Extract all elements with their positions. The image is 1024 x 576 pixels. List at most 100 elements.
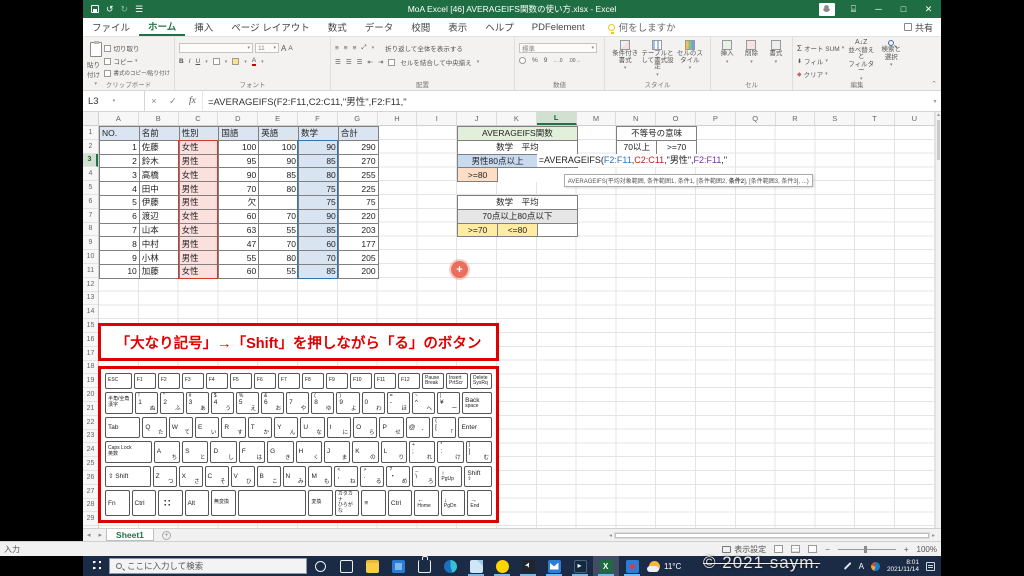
collapse-ribbon-icon[interactable]: ⌃	[931, 80, 937, 88]
confirm-entry-icon[interactable]: ✓	[169, 96, 177, 107]
column-header-S[interactable]: S	[815, 112, 856, 125]
merge-center-icon[interactable]	[388, 58, 396, 66]
cell-E6[interactable]	[259, 195, 299, 210]
cell-G7[interactable]: 220	[338, 209, 379, 224]
color-dot-tray-icon[interactable]	[870, 561, 880, 571]
zoom-out-icon[interactable]: −	[825, 545, 830, 554]
row-header-12[interactable]: 12	[83, 278, 98, 292]
cell-B1[interactable]: 名前	[139, 127, 180, 141]
cell-styles-button[interactable]: セルのスタイル ▾	[674, 40, 706, 78]
clear-button[interactable]: ◆ クリア ▾	[797, 69, 844, 79]
cell-grid[interactable]: NO. 名前 性別 国語 英語 数学 合計 1 佐藤 女性 100 100 90 290 2 鈴木 男性 95 90…	[98, 126, 935, 528]
row-header-9[interactable]: 9	[83, 236, 98, 251]
row-header-27[interactable]: 27	[83, 485, 98, 499]
row-header-7[interactable]: 7	[83, 209, 98, 223]
cell-F9[interactable]: 60	[298, 237, 339, 252]
column-header-Q[interactable]: Q	[736, 112, 776, 125]
cell-B4[interactable]: 高橋	[139, 168, 180, 183]
row-header-10[interactable]: 10	[83, 250, 98, 264]
column-header-M[interactable]: M	[577, 112, 617, 125]
vertical-scrollbar-thumb[interactable]	[937, 120, 940, 160]
row-header-14[interactable]: 14	[83, 305, 98, 320]
cell-C11[interactable]: 女性	[179, 264, 220, 279]
sheet-nav-left-icon[interactable]: ◂	[83, 531, 95, 539]
cell-C3[interactable]: 男性	[179, 154, 220, 169]
taskbar-icon-notepad[interactable]	[463, 556, 489, 576]
cell-B5[interactable]: 田中	[139, 182, 180, 196]
editing-cell-formula[interactable]: =AVERAGEIFS(F2:F11,C2:C11,"男性",F2:F11,"	[536, 153, 728, 168]
cell-C10[interactable]: 男性	[179, 251, 220, 265]
redo-icon[interactable]: ↻	[121, 4, 129, 14]
column-header-F[interactable]: F	[298, 112, 338, 125]
fill-button[interactable]: ⬇ フィル ▾	[797, 56, 844, 66]
taskbar-icon-edge[interactable]	[437, 556, 463, 576]
cell-C6[interactable]: 男性	[179, 195, 220, 210]
tab-表示[interactable]: 表示	[439, 18, 476, 36]
format-cells-button[interactable]: 書式 ▾	[764, 40, 788, 65]
column-header-R[interactable]: R	[776, 112, 816, 125]
cell-B6[interactable]: 伊藤	[139, 195, 180, 210]
row-header-4[interactable]: 4	[83, 167, 98, 182]
cell-F8[interactable]: 85	[298, 223, 339, 238]
column-header-E[interactable]: E	[258, 112, 298, 125]
format-as-table-button[interactable]: テーブルとして書式設定 ▾	[641, 40, 674, 78]
cell-G3[interactable]: 270	[338, 154, 379, 169]
close-button[interactable]: ✕	[916, 4, 941, 15]
font-name-combobox[interactable]: ▾	[179, 43, 253, 53]
autosum-button[interactable]: Σ オート SUM ▾	[797, 43, 844, 54]
cell-E2[interactable]: 100	[259, 140, 299, 155]
cell-B2[interactable]: 佐藤	[139, 140, 180, 155]
cell[interactable]: 数学 平均	[458, 140, 578, 155]
column-header-K[interactable]: K	[497, 112, 537, 125]
row-header-28[interactable]: 28	[83, 499, 98, 513]
cell-G6[interactable]: 75	[338, 195, 379, 210]
row-header-23[interactable]: 23	[83, 430, 98, 444]
cell[interactable]: <=80	[497, 223, 538, 238]
cell-G11[interactable]: 200	[338, 264, 379, 279]
cell-D1[interactable]: 国語	[219, 127, 260, 141]
select-all-corner[interactable]	[83, 112, 99, 125]
column-header-L[interactable]: L	[536, 112, 577, 125]
row-header-26[interactable]: 26	[83, 471, 98, 485]
cell-B3[interactable]: 鈴木	[139, 154, 180, 169]
tab-ヘルプ[interactable]: ヘルプ	[476, 18, 523, 36]
tab-ファイル[interactable]: ファイル	[83, 18, 139, 36]
cell[interactable]: 数学 平均	[458, 196, 578, 210]
decrease-decimal-icon[interactable]: .00→	[569, 58, 581, 64]
tab-ページ レイアウト[interactable]: ページ レイアウト	[222, 18, 318, 36]
row-header-2[interactable]: 2	[83, 140, 98, 154]
cell-A6[interactable]: 5	[100, 195, 140, 210]
cell[interactable]: >=70	[458, 223, 498, 238]
cell-F6[interactable]: 75	[298, 195, 339, 210]
cell[interactable]	[537, 223, 578, 238]
row-header-25[interactable]: 25	[83, 457, 98, 471]
sheet-nav-right-icon[interactable]: ▸	[95, 531, 107, 539]
zoom-slider[interactable]	[837, 545, 896, 553]
cell[interactable]: 不等号の意味	[617, 127, 697, 141]
cell-A7[interactable]: 6	[100, 209, 140, 224]
font-color-icon[interactable]: A	[251, 57, 257, 66]
row-header-16[interactable]: 16	[83, 333, 98, 347]
cell-G1[interactable]: 合計	[338, 127, 379, 141]
cell-E11[interactable]: 55	[259, 264, 299, 279]
tab-ホーム[interactable]: ホーム	[139, 18, 186, 36]
row-header-8[interactable]: 8	[83, 223, 98, 237]
align-center-icon[interactable]: ☰	[346, 58, 352, 66]
horizontal-scrollbar-thumb[interactable]	[615, 533, 929, 538]
row-header-6[interactable]: 6	[83, 195, 98, 209]
cell-A10[interactable]: 9	[100, 251, 140, 265]
taskbar-icon-mail[interactable]	[541, 556, 567, 576]
column-header-T[interactable]: T	[855, 112, 895, 125]
column-header-C[interactable]: C	[179, 112, 219, 125]
cell-A8[interactable]: 7	[100, 223, 140, 238]
grow-font-icon[interactable]: A	[281, 44, 286, 53]
cell-A3[interactable]: 2	[100, 154, 140, 169]
formula-input[interactable]: =AVERAGEIFS(F2:F11,C2:C11,"男性",F2:F11,"	[203, 91, 929, 111]
cell[interactable]: 70点以上80点以下	[458, 209, 578, 224]
cut-button[interactable]: 切り取り	[104, 43, 170, 53]
taskbar-icon-explorer[interactable]	[359, 556, 385, 576]
merge-center-button[interactable]: セルを結合して中央揃え	[400, 57, 471, 67]
borders-icon[interactable]	[212, 58, 220, 65]
row-header-11[interactable]: 11	[83, 264, 98, 278]
column-header-A[interactable]: A	[99, 112, 139, 125]
